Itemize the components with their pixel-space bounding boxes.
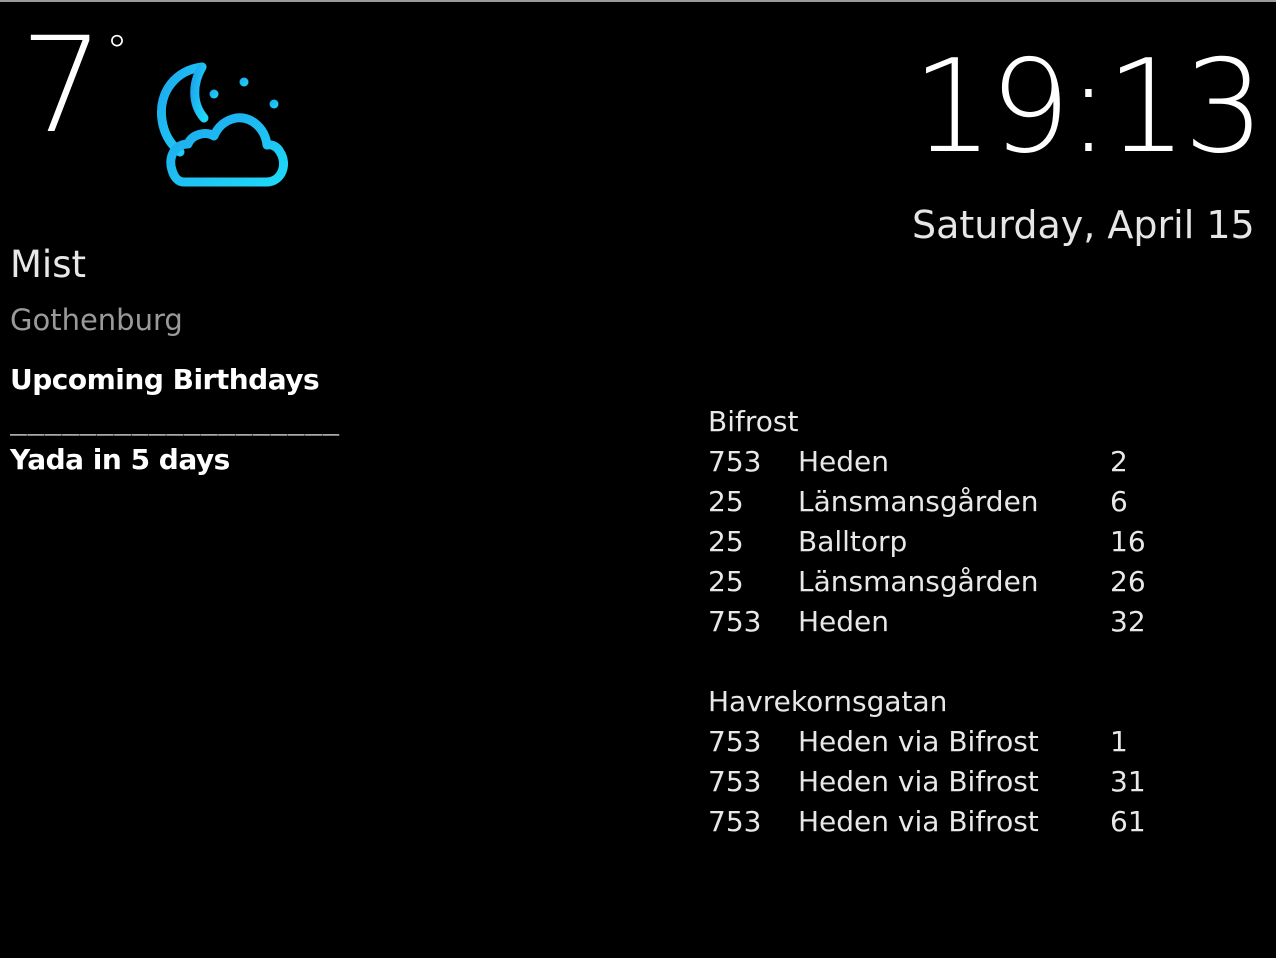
line-number: 25 [708,565,744,598]
weather-location: Gothenburg [10,303,183,337]
departure-row: 753 Heden via Bifrost 1 [708,722,1170,762]
departure-row: 753 Heden via Bifrost 61 [708,802,1170,842]
line-number: 753 [708,605,762,638]
departure-row: 753 Heden 2 [708,442,1170,482]
current-temperature: 7 [20,9,104,163]
window-top-border [0,0,1276,2]
departure-row: 753 Heden 32 [708,602,1170,642]
line-number: 25 [708,485,744,518]
stop-name: Havrekornsgatan [708,685,948,718]
destination: Heden via Bifrost [798,725,1039,758]
minutes-until-departure: 1 [1110,725,1128,758]
weather-condition: Mist [10,243,86,286]
birthdays-separator: ___________________ [10,403,340,436]
departure-row: 25 Länsmansgården 26 [708,562,1170,602]
departure-board-havrekornsgatan: Havrekornsgatan 753 Heden via Bifrost 1 … [708,682,1170,842]
minutes-until-departure: 6 [1110,485,1128,518]
stop-name: Bifrost [708,405,799,438]
destination: Heden via Bifrost [798,805,1039,838]
line-number: 753 [708,805,762,838]
line-number: 25 [708,525,744,558]
destination: Heden [798,445,890,478]
minutes-until-departure: 61 [1110,805,1146,838]
clock-time: 19:13 [912,33,1265,182]
minutes-until-departure: 31 [1110,765,1146,798]
destination: Länsmansgården [798,565,1039,598]
destination: Heden [798,605,890,638]
departure-board-bifrost: Bifrost 753 Heden 2 25 Länsmansgården 6 … [708,402,1170,642]
line-number: 753 [708,445,762,478]
birthdays-title: Upcoming Birthdays [10,363,320,396]
minutes-until-departure: 16 [1110,525,1146,558]
destination: Länsmansgården [798,485,1039,518]
destination: Heden via Bifrost [798,765,1039,798]
departure-row: 25 Balltorp 16 [708,522,1170,562]
minutes-until-departure: 26 [1110,565,1146,598]
destination: Balltorp [798,525,908,558]
minutes-until-departure: 32 [1110,605,1146,638]
birthday-item: Yada in 5 days [10,443,230,476]
line-number: 753 [708,725,762,758]
departure-row: 753 Heden via Bifrost 31 [708,762,1170,802]
departure-row: 25 Länsmansgården 6 [708,482,1170,522]
line-number: 753 [708,765,762,798]
clock-date: Saturday, April 15 [912,203,1255,247]
night-cloudy-icon [156,62,288,187]
degree-symbol: ° [106,26,128,77]
minutes-until-departure: 2 [1110,445,1128,478]
